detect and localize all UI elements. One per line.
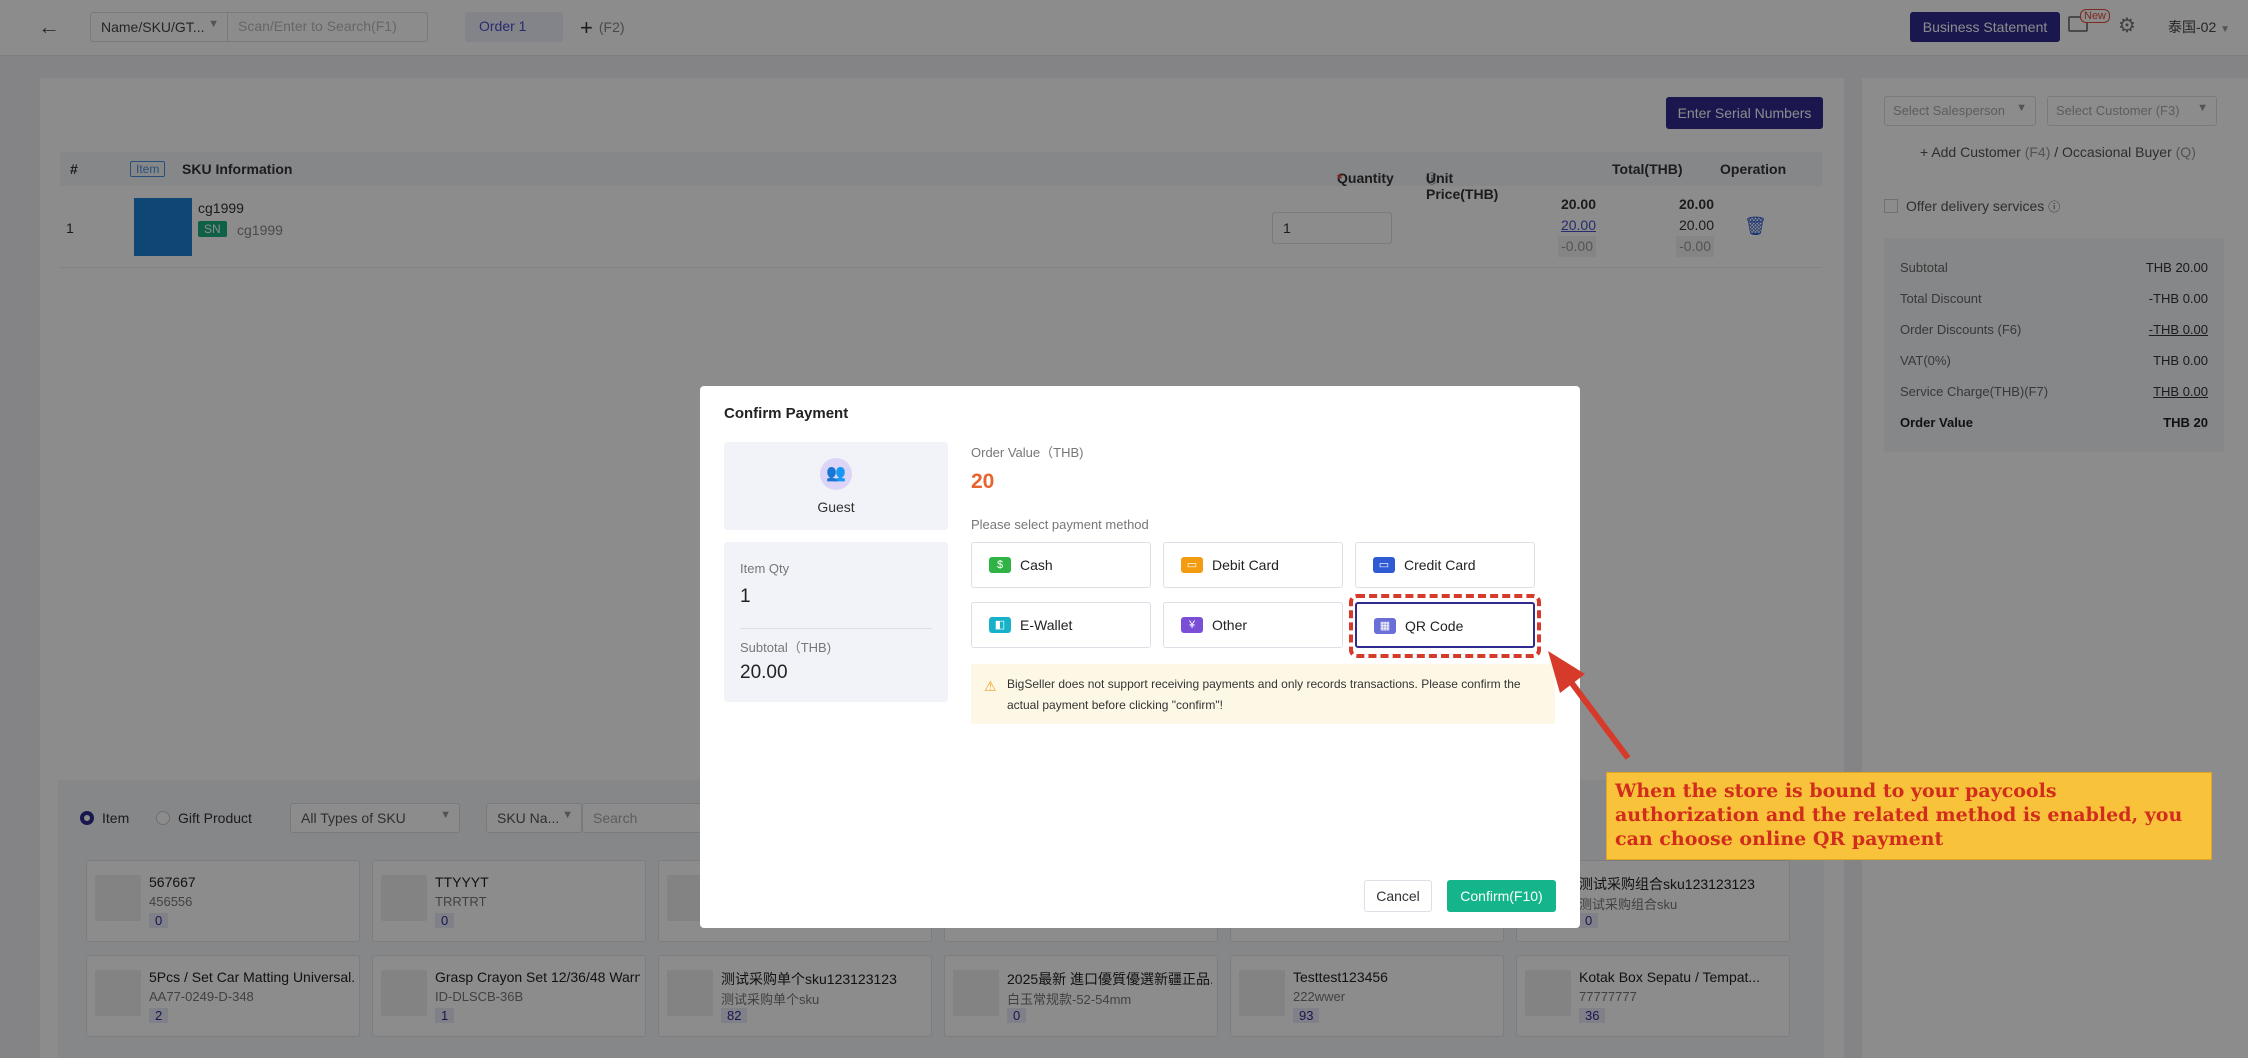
annotation-callout: When the store is bound to your paycools… <box>1606 772 2212 860</box>
annotation-arrow-icon <box>1548 651 1631 760</box>
